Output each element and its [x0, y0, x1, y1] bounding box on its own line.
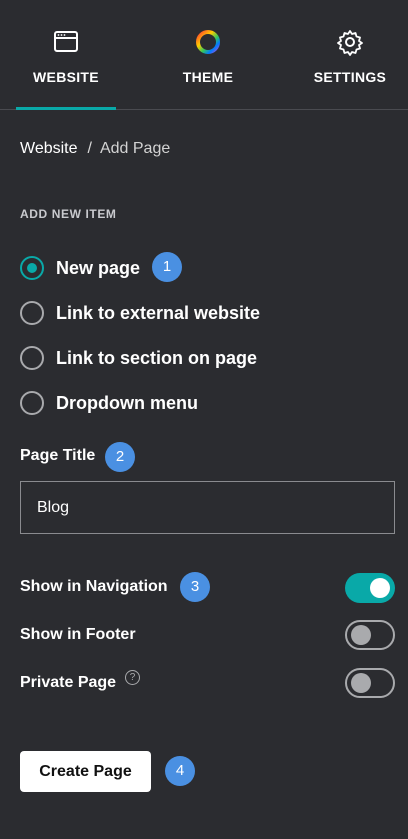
show-in-navigation-toggle[interactable]: [345, 573, 395, 603]
show-in-footer-toggle[interactable]: [345, 620, 395, 650]
help-icon[interactable]: ?: [125, 670, 140, 685]
show-in-navigation-label: Show in Navigation: [20, 578, 168, 595]
page-title-label: Page Title: [20, 447, 96, 464]
top-tabs: WEBSITE THEME SETTINGS: [0, 0, 408, 110]
option-new-page[interactable]: New page: [20, 255, 140, 281]
browser-window-icon: [54, 31, 78, 52]
option-new-page-label: New page: [56, 257, 141, 278]
breadcrumb-separator: /: [87, 140, 92, 157]
radio-dropdown-menu[interactable]: [20, 391, 44, 415]
toggle-knob: [351, 625, 371, 645]
step-badge-3: 3: [180, 572, 210, 602]
option-section-link-label: Link to section on page: [56, 347, 258, 368]
create-page-button[interactable]: Create Page: [20, 751, 151, 792]
private-page-label: Private Page: [20, 674, 117, 691]
step-badge-4: 4: [165, 756, 195, 786]
radio-new-page[interactable]: [20, 256, 44, 280]
active-tab-indicator: [16, 107, 116, 110]
breadcrumb-website-link[interactable]: Website: [20, 140, 78, 157]
private-page-toggle[interactable]: [345, 668, 395, 698]
tab-settings-label: SETTINGS: [313, 69, 387, 85]
tab-settings[interactable]: SETTINGS: [300, 0, 400, 110]
tab-website[interactable]: WEBSITE: [16, 0, 116, 110]
tab-theme-label: THEME: [182, 69, 234, 85]
radio-external-link[interactable]: [20, 301, 44, 325]
option-external-link[interactable]: Link to external website: [20, 300, 260, 326]
show-in-footer-label: Show in Footer: [20, 626, 136, 643]
option-external-link-label: Link to external website: [56, 302, 261, 323]
tab-theme[interactable]: THEME: [158, 0, 258, 110]
breadcrumb: Website / Add Page: [20, 140, 170, 158]
color-ring-icon: [196, 30, 220, 54]
option-dropdown-menu-label: Dropdown menu: [56, 392, 198, 413]
option-dropdown-menu[interactable]: Dropdown menu: [20, 390, 198, 416]
toggle-knob: [351, 673, 371, 693]
breadcrumb-current: Add Page: [99, 140, 171, 157]
page-title-input[interactable]: [20, 481, 395, 534]
editor-panel: WEBSITE THEME SETTINGS Website / Add Pag…: [0, 0, 408, 839]
toggle-knob: [370, 578, 390, 598]
option-section-link[interactable]: Link to section on page: [20, 345, 257, 371]
step-badge-2: 2: [105, 442, 135, 472]
tab-website-label: WEBSITE: [33, 69, 99, 85]
step-badge-1: 1: [152, 252, 182, 282]
radio-section-link[interactable]: [20, 346, 44, 370]
section-heading: ADD NEW ITEM: [20, 207, 117, 221]
gear-icon: [337, 30, 363, 56]
